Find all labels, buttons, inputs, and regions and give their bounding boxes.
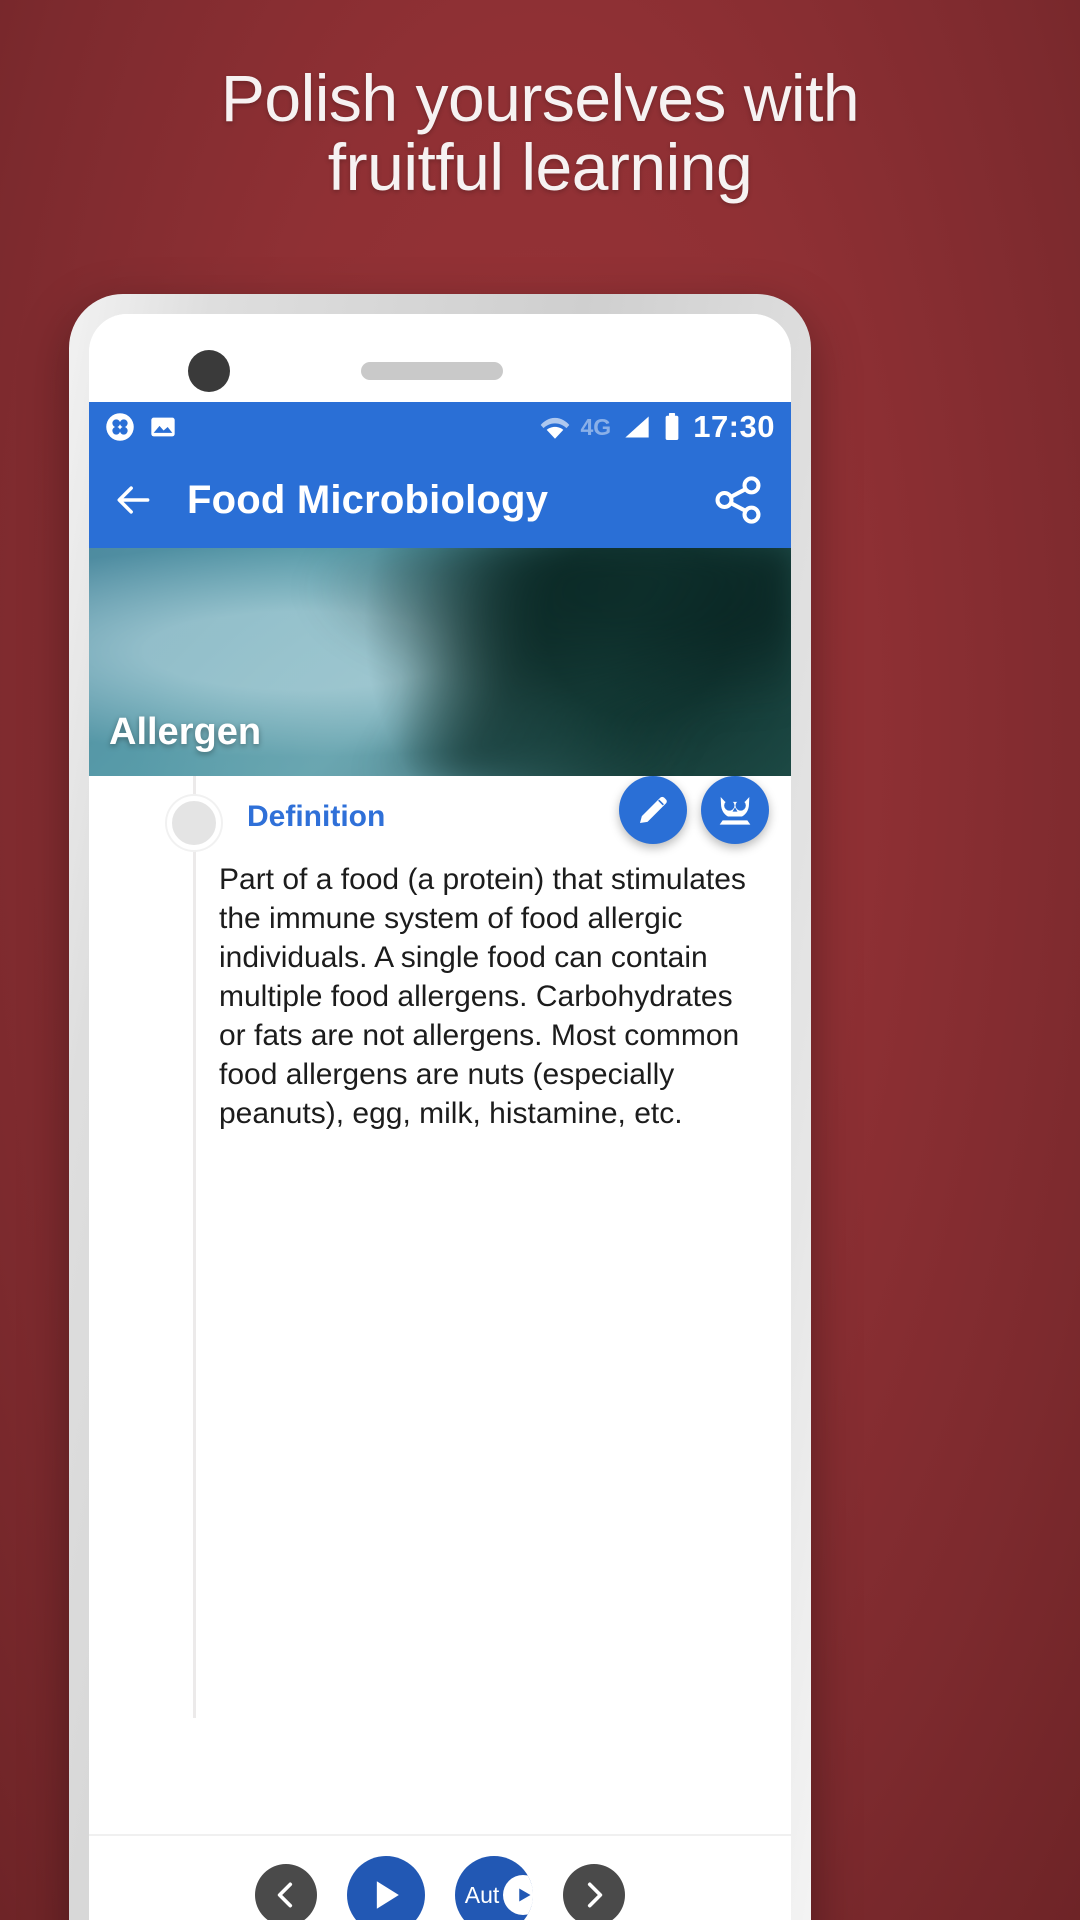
pencil-icon xyxy=(640,796,667,823)
earpiece-speaker-icon xyxy=(361,362,503,380)
auto-play-button[interactable]: Aut xyxy=(455,1856,533,1920)
status-bar-clock: 17:30 xyxy=(693,409,775,444)
auto-play-label: Aut xyxy=(464,1881,500,1908)
timeline-rail xyxy=(193,776,196,1718)
timeline-bullet-icon[interactable] xyxy=(167,796,221,850)
owl-icon xyxy=(719,797,751,825)
fab-group xyxy=(619,776,769,844)
hero-title: Allergen xyxy=(109,711,262,753)
app-viewport: 4G 17:30 Food Microbiology Allergen Defi… xyxy=(89,402,791,1920)
battery-icon xyxy=(663,413,681,441)
auto-play-icon xyxy=(503,1875,533,1915)
photo-notification-icon xyxy=(149,413,177,441)
cellular-signal-icon xyxy=(623,414,651,440)
definition-body-text: Part of a food (a protein) that stimulat… xyxy=(219,863,746,1130)
previous-button[interactable] xyxy=(255,1864,317,1920)
front-camera-icon xyxy=(188,350,230,392)
network-type-label: 4G xyxy=(580,413,612,440)
share-icon[interactable] xyxy=(711,473,765,527)
status-bar-notifications xyxy=(105,412,177,442)
chevron-right-icon xyxy=(587,1882,603,1908)
edit-fab[interactable] xyxy=(619,776,687,844)
screenshot-root: Polish yourselves with fruitful learning xyxy=(0,0,1080,1920)
play-button[interactable] xyxy=(347,1856,425,1920)
promo-headline-line2: fruitful learning xyxy=(327,130,753,205)
hero-image: Allergen xyxy=(89,548,791,776)
phone-screen: 4G 17:30 Food Microbiology Allergen Defi… xyxy=(89,314,791,1920)
promo-headline-line1: Polish yourselves with xyxy=(220,61,860,135)
promo-headline: Polish yourselves with fruitful learning xyxy=(0,61,1080,205)
status-bar-indicators: 4G 17:30 xyxy=(539,409,775,445)
phone-bezel-top xyxy=(89,314,791,402)
flower-notification-icon xyxy=(105,412,135,442)
player-bar: Aut xyxy=(89,1834,791,1920)
owl-fab[interactable] xyxy=(701,776,769,844)
section-title: Definition xyxy=(247,800,386,833)
app-bar: Food Microbiology xyxy=(89,452,791,548)
article-content: Definition Part of a food (a protein) th… xyxy=(89,776,791,1786)
play-icon xyxy=(376,1881,399,1909)
arrow-left-icon[interactable] xyxy=(111,478,155,522)
chevron-left-icon xyxy=(277,1882,293,1908)
status-bar: 4G 17:30 xyxy=(89,402,791,452)
phone-mockup: 4G 17:30 Food Microbiology Allergen Defi… xyxy=(69,294,811,1920)
next-button[interactable] xyxy=(563,1864,625,1920)
wifi-icon xyxy=(539,414,571,440)
page-title: Food Microbiology xyxy=(187,477,549,522)
